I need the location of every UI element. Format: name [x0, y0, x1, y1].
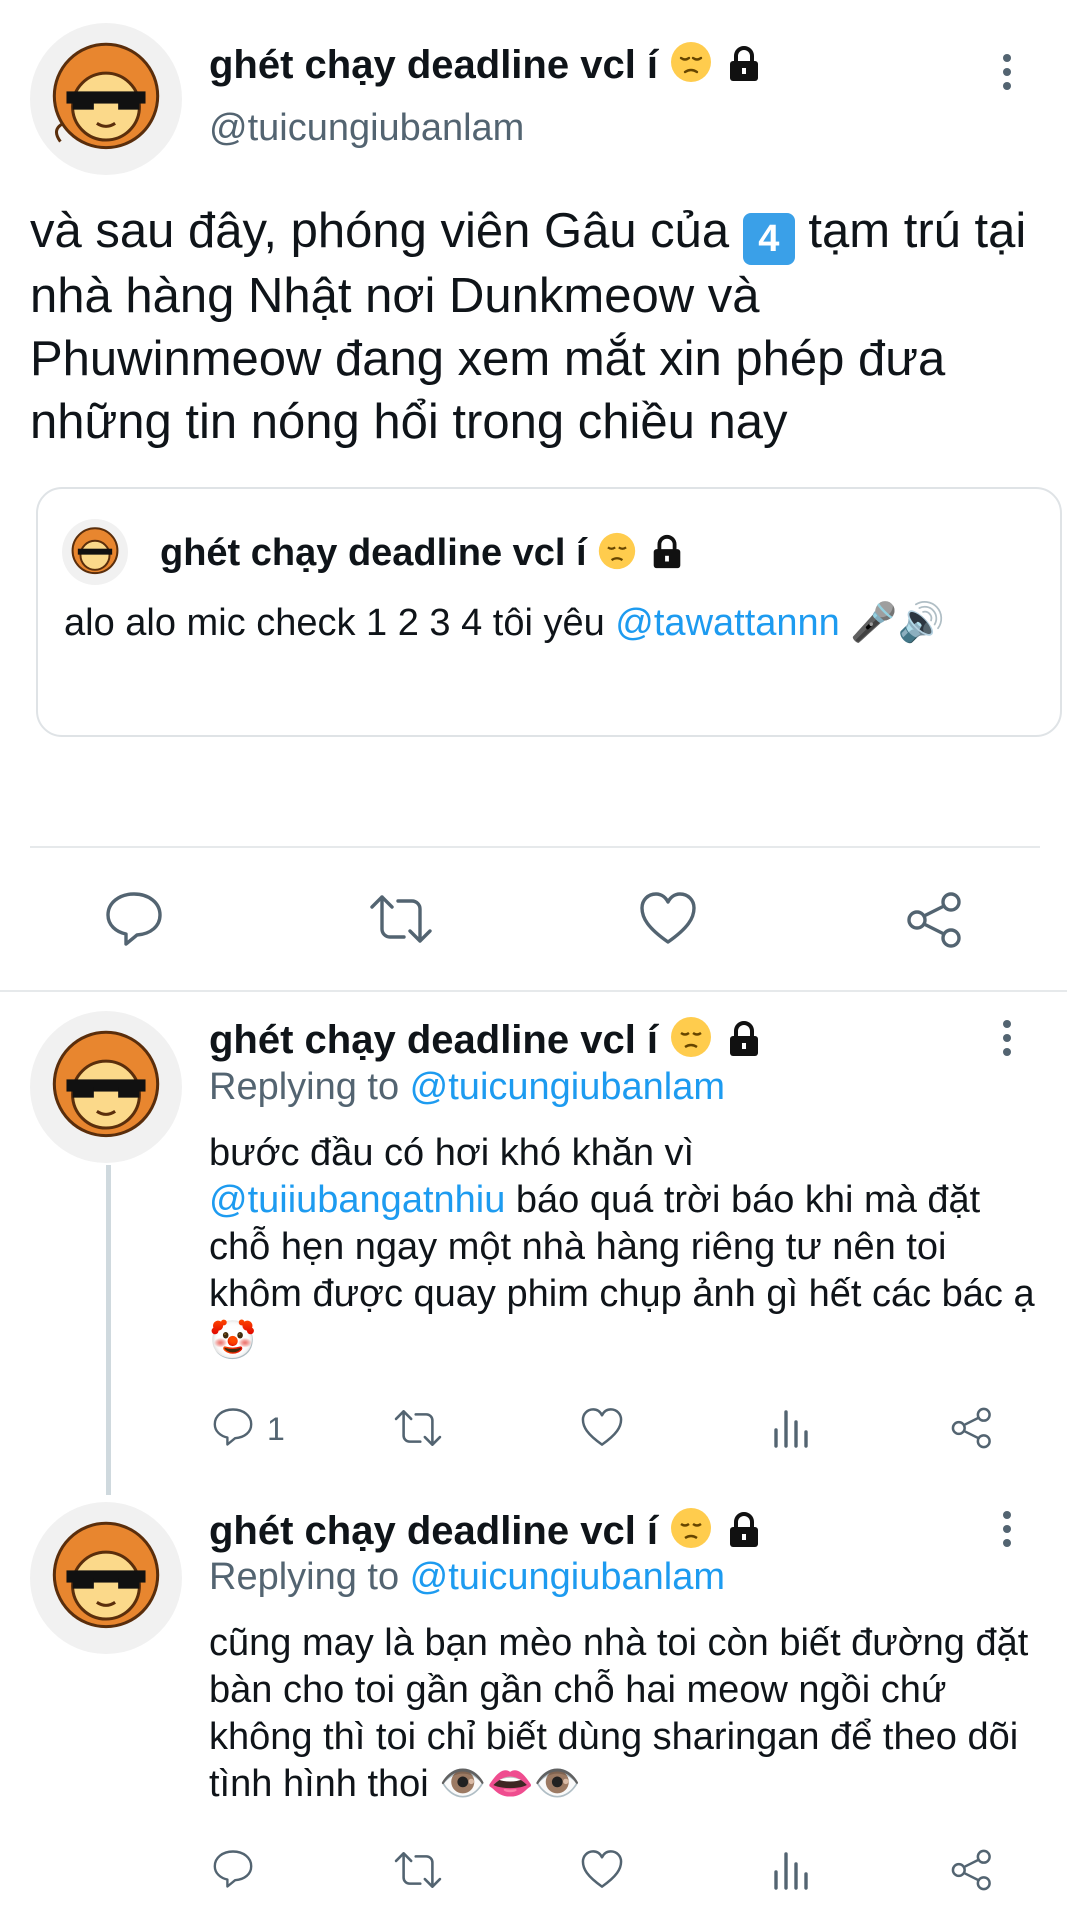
tweet-text: và sau đây, phóng viên Gâu của 4 tạm trú…: [30, 200, 1050, 454]
replying-to: Replying to @tuicungiubanlam: [209, 1556, 725, 1599]
pensive-emoji-icon: [669, 1015, 713, 1069]
quoted-avatar: [62, 519, 128, 585]
lion-avatar-icon: [71, 527, 119, 575]
display-name-text: ghét chạy deadline vcl í: [209, 43, 659, 87]
share-icon[interactable]: [950, 1848, 994, 1892]
lion-avatar-icon: [52, 1521, 160, 1629]
analytics-icon[interactable]: [770, 1848, 810, 1890]
quoted-display-name-text: ghét chạy deadline vcl í: [160, 532, 587, 574]
retweet-icon[interactable]: [393, 1850, 443, 1890]
mention-link[interactable]: @tawattannn: [615, 602, 840, 644]
reply-text-part1: bước đầu có hơi khó khăn vì: [209, 1132, 695, 1174]
thread-line: [106, 1165, 111, 1495]
replying-to-link[interactable]: @tuicungiubanlam: [410, 1556, 725, 1598]
replying-prefix: Replying to: [209, 1556, 410, 1598]
lock-icon: [724, 1510, 764, 1560]
more-options-icon[interactable]: [997, 1016, 1017, 1060]
more-options-icon[interactable]: [997, 50, 1017, 94]
display-name[interactable]: ghét chạy deadline vcl í: [209, 40, 764, 94]
pensive-emoji-icon: [669, 40, 713, 94]
reply-icon[interactable]: [212, 1406, 254, 1448]
replying-to-link[interactable]: @tuicungiubanlam: [410, 1066, 725, 1108]
reply-icon[interactable]: [104, 890, 164, 948]
reply-icon[interactable]: [212, 1848, 254, 1890]
lock-icon: [724, 1019, 764, 1069]
retweet-icon[interactable]: [368, 893, 434, 945]
pensive-emoji-icon: [597, 531, 637, 581]
display-name[interactable]: ghét chạy deadline vcl í: [209, 1015, 764, 1069]
quoted-display-name: ghét chạy deadline vcl í: [160, 531, 686, 581]
reply-count: 1: [267, 1411, 285, 1447]
like-icon[interactable]: [580, 1406, 624, 1448]
quoted-text-part1: alo alo mic check 1 2 3 4 tôi yêu: [64, 602, 616, 644]
lock-icon: [724, 44, 764, 94]
like-icon[interactable]: [638, 890, 698, 946]
pensive-emoji-icon: [669, 1506, 713, 1560]
replying-prefix: Replying to: [209, 1066, 410, 1108]
lion-avatar-icon: [52, 42, 160, 150]
quoted-tweet[interactable]: ghét chạy deadline vcl í alo alo mic che…: [36, 487, 1062, 737]
lion-avatar-icon: [52, 1030, 160, 1138]
section-divider: [0, 990, 1067, 992]
reply-text: bước đầu có hơi khó khăn vì @tuiiubangat…: [209, 1130, 1049, 1365]
keycap-four-icon: 4: [742, 213, 795, 265]
avatar[interactable]: [30, 1011, 182, 1163]
retweet-icon[interactable]: [393, 1408, 443, 1448]
lock-icon: [648, 533, 686, 581]
share-icon[interactable]: [905, 890, 965, 950]
share-icon[interactable]: [950, 1406, 994, 1450]
display-name[interactable]: ghét chạy deadline vcl í: [209, 1506, 764, 1560]
avatar[interactable]: [30, 1502, 182, 1654]
reply-text: cũng may là bạn mèo nhà toi còn biết đườ…: [209, 1622, 1029, 1805]
display-name-text: ghét chạy deadline vcl í: [209, 1509, 659, 1553]
analytics-icon[interactable]: [770, 1406, 810, 1448]
like-icon[interactable]: [580, 1848, 624, 1890]
quoted-tweet-text: alo alo mic check 1 2 3 4 tôi yêu @tawat…: [64, 597, 1034, 649]
tweet-text-part1: và sau đây, phóng viên Gâu của: [30, 204, 743, 258]
more-options-icon[interactable]: [997, 1507, 1017, 1551]
display-name-text: ghét chạy deadline vcl í: [209, 1018, 659, 1062]
avatar[interactable]: [30, 23, 182, 175]
divider: [30, 846, 1040, 848]
replying-to: Replying to @tuicungiubanlam: [209, 1066, 725, 1109]
handle[interactable]: @tuicungiubanlam: [209, 107, 524, 150]
quoted-text-part2: 🎤🔊: [839, 602, 945, 644]
mention-link[interactable]: @tuiiubangatnhiu: [209, 1179, 505, 1221]
